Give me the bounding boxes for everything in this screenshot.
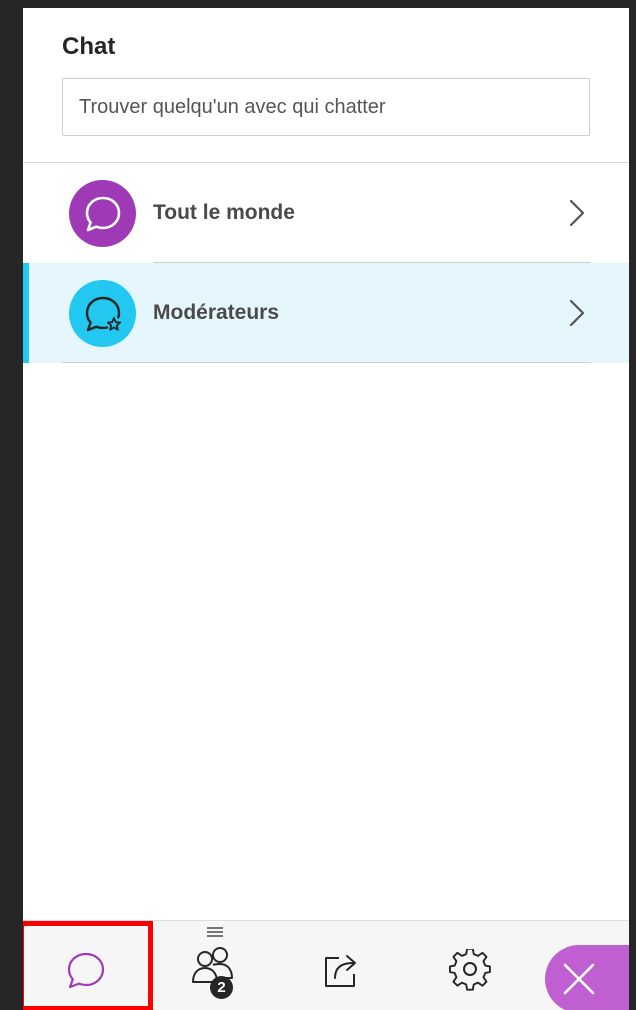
- selected-indicator: [23, 263, 29, 363]
- tab-chat[interactable]: [23, 921, 153, 1010]
- channel-label: Tout le monde: [153, 201, 295, 224]
- tab-share-content[interactable]: [293, 921, 393, 1010]
- gear-icon: [449, 949, 491, 991]
- chevron-right-icon: [569, 199, 585, 227]
- channel-moderateurs[interactable]: Modérateurs: [23, 263, 629, 363]
- search-field[interactable]: [62, 78, 590, 136]
- panel-title: Chat: [62, 33, 116, 60]
- chat-bubble-star-icon: [85, 296, 122, 332]
- close-icon: [563, 963, 595, 995]
- chat-panel: Chat Tout le monde: [23, 8, 629, 1010]
- search-input[interactable]: [63, 79, 589, 135]
- tab-settings[interactable]: [420, 921, 520, 1010]
- divider: [62, 362, 591, 363]
- tab-participants[interactable]: 2: [163, 921, 263, 1010]
- channel-avatar: [69, 280, 136, 347]
- close-panel-button[interactable]: [545, 945, 629, 1010]
- panel-header: Chat: [23, 8, 629, 163]
- app-frame: Chat Tout le monde: [0, 0, 636, 1010]
- chat-bubble-icon: [67, 952, 105, 989]
- channel-avatar: [69, 180, 136, 247]
- bottom-navigation: 2: [23, 920, 629, 1010]
- chevron-right-icon: [569, 299, 585, 327]
- chat-bubble-icon: [85, 196, 121, 232]
- participants-count-badge: 2: [210, 976, 233, 999]
- share-icon: [325, 955, 356, 987]
- channel-tout-le-monde[interactable]: Tout le monde: [23, 163, 629, 263]
- channel-label: Modérateurs: [153, 301, 280, 324]
